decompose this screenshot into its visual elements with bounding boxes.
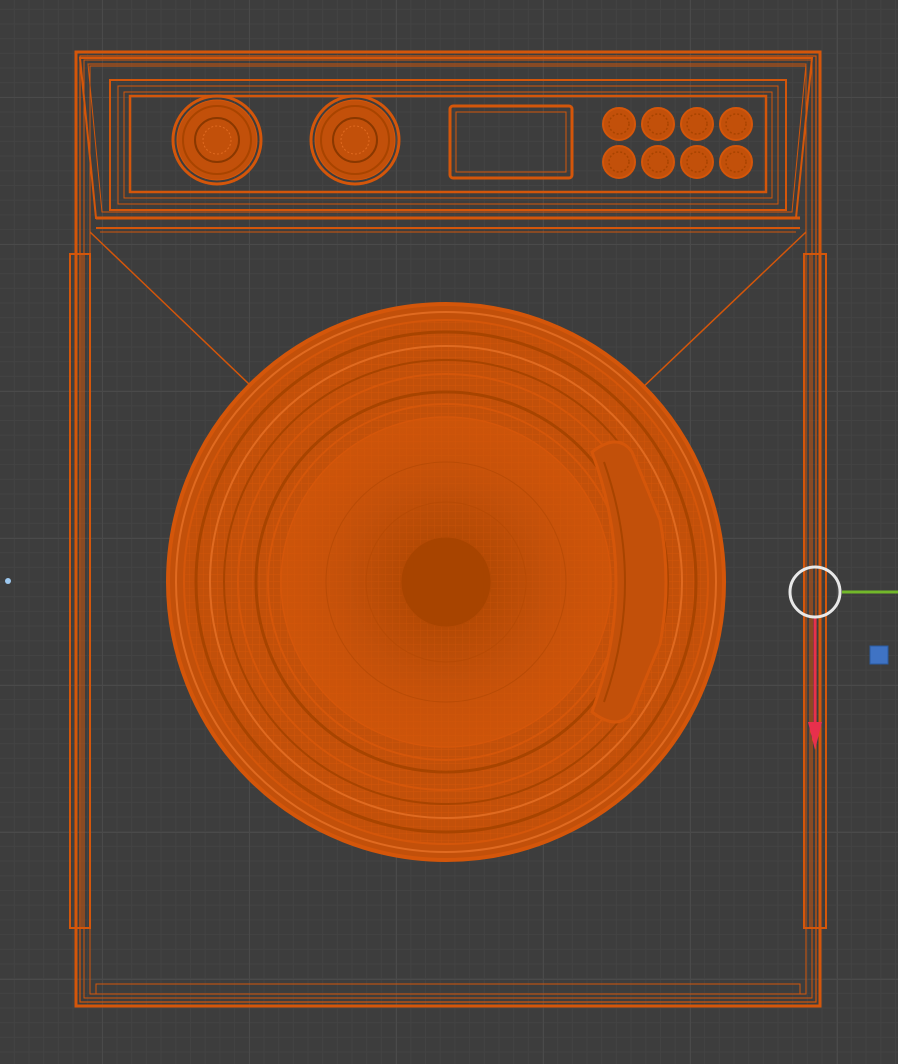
washer-door[interactable]: [166, 302, 726, 862]
dial-knob-left[interactable]: [171, 94, 263, 186]
viewport-scene[interactable]: [0, 0, 898, 1064]
display-panel[interactable]: [448, 104, 574, 180]
y-axis-handle[interactable]: [869, 645, 889, 665]
origin-point-icon: [5, 578, 11, 584]
3d-cursor-icon[interactable]: [788, 565, 842, 619]
control-buttons[interactable]: [602, 107, 753, 179]
dial-knob-right[interactable]: [309, 94, 401, 186]
3d-viewport[interactable]: [0, 0, 898, 1064]
